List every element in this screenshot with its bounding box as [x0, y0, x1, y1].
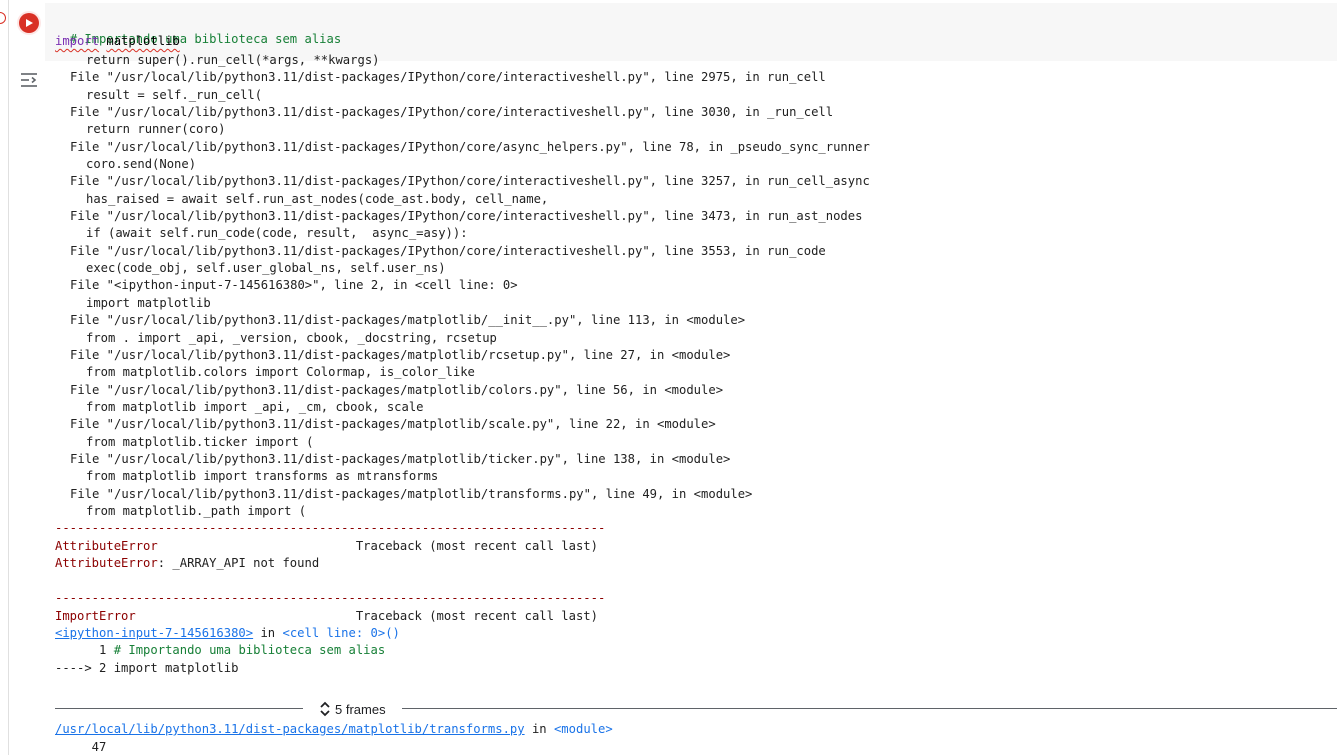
- traceback-file-line: File "/usr/local/lib/python3.11/dist-pac…: [70, 347, 731, 362]
- error-name: AttributeError: [55, 538, 158, 553]
- traceback-file-line: File "<ipython-input-7-145616380>", line…: [70, 278, 518, 293]
- run-cell-button[interactable]: [19, 13, 39, 33]
- traceback-file-line: File "/usr/local/lib/python3.11/dist-pac…: [70, 105, 834, 120]
- left-gutter: [0, 0, 8, 755]
- partial-source-line: 47: [55, 740, 107, 754]
- traceback-code-line: from matplotlib.ticker import (: [86, 434, 314, 449]
- import-error-header: ImportError Traceback (most recent call …: [55, 608, 1325, 625]
- divider-line: [402, 708, 1337, 709]
- traceback-file-line: File "/usr/local/lib/python3.11/dist-pac…: [70, 417, 716, 432]
- unfold-icon: [320, 701, 330, 717]
- code-line-2: import matplotlib: [55, 33, 180, 50]
- traceback-file-line: File "/usr/local/lib/python3.11/dist-pac…: [70, 486, 753, 501]
- traceback-code-line: coro.send(None): [86, 157, 197, 172]
- traceback-code-line: import matplotlib: [86, 295, 211, 310]
- traceback-header: Traceback (most recent call last): [157, 538, 598, 553]
- traceback-code-line: from matplotlib.colors import Colormap, …: [86, 365, 475, 380]
- separator-line: ----------------------------------------…: [55, 521, 606, 536]
- traceback-code-line: result = self._run_cell(: [86, 87, 263, 102]
- frames-divider: 5 frames: [55, 699, 1337, 719]
- traceback-code-line: exec(code_obj, self.user_global_ns, self…: [86, 261, 446, 276]
- play-icon: [26, 19, 33, 27]
- cell-ref: <cell line: 0>(): [282, 626, 400, 640]
- traceback-lines: return super().run_cell(*args, **kwargs)…: [55, 52, 1325, 520]
- import-keyword: import: [55, 34, 100, 48]
- traceback-file-line: File "/usr/local/lib/python3.11/dist-pac…: [70, 209, 863, 224]
- source-line-2: ----> 2 import matplotlib: [55, 660, 239, 675]
- traceback-header: Traceback (most recent call last): [135, 608, 598, 623]
- frame-location: /usr/local/lib/python3.11/dist-packages/…: [55, 721, 613, 738]
- output-actions-icon[interactable]: [19, 70, 39, 90]
- traceback-file-line: File "/usr/local/lib/python3.11/dist-pac…: [70, 70, 826, 85]
- traceback-code-line: if (await self.run_code(code, result, as…: [86, 226, 468, 241]
- traceback-code-line: from . import _api, _version, cbook, _do…: [86, 330, 497, 345]
- traceback-code-line: return super().run_cell(*args, **kwargs): [86, 53, 380, 67]
- cell-output: return super().run_cell(*args, **kwargs)…: [55, 52, 1325, 677]
- line-number: 1: [55, 643, 114, 658]
- traceback-file-line: File "/usr/local/lib/python3.11/dist-pac…: [70, 313, 746, 328]
- error-message: : _ARRAY_API not found: [157, 555, 320, 570]
- source-comment: # Importando uma biblioteca sem alias: [113, 643, 386, 658]
- frames-label: 5 frames: [335, 701, 386, 717]
- traceback-file-line: File "/usr/local/lib/python3.11/dist-pac…: [70, 382, 724, 397]
- attribute-error-header: AttributeError Traceback (most recent ca…: [55, 538, 1325, 555]
- error-name: AttributeError: [55, 555, 158, 570]
- traceback-file-line: File "/usr/local/lib/python3.11/dist-pac…: [70, 139, 870, 154]
- in-text: in: [253, 626, 283, 640]
- traceback-file-line: File "/usr/local/lib/python3.11/dist-pac…: [70, 243, 826, 258]
- traceback-code-line: from matplotlib._path import (: [86, 503, 307, 518]
- source-line-1: 1 # Importando uma biblioteca sem alias: [55, 642, 1325, 659]
- module-name: matplotlib: [106, 34, 180, 48]
- error-name: ImportError: [55, 608, 136, 623]
- traceback-code-line: has_raised = await self.run_ast_nodes(co…: [86, 191, 549, 206]
- traceback-code-line: return runner(coro): [86, 122, 226, 137]
- in-text: in: [524, 722, 554, 736]
- expand-frames-button[interactable]: 5 frames: [319, 699, 386, 719]
- divider-line: [55, 708, 303, 709]
- traceback-code-line: from matplotlib import transforms as mtr…: [86, 469, 439, 484]
- file-path-link[interactable]: /usr/local/lib/python3.11/dist-packages/…: [55, 722, 525, 736]
- cell-border: [8, 0, 9, 755]
- traceback-file-line: File "/usr/local/lib/python3.11/dist-pac…: [70, 451, 731, 466]
- input-link[interactable]: <ipython-input-7-145616380>: [55, 626, 253, 640]
- traceback-file-line: File "/usr/local/lib/python3.11/dist-pac…: [70, 174, 870, 189]
- traceback-code-line: from matplotlib import _api, _cm, cbook,…: [86, 399, 424, 414]
- input-location: <ipython-input-7-145616380> in <cell lin…: [55, 625, 1325, 642]
- separator-line: ----------------------------------------…: [55, 591, 606, 606]
- module-ref: <module>: [553, 722, 613, 736]
- attribute-error-message: AttributeError: _ARRAY_API not found: [55, 555, 1325, 572]
